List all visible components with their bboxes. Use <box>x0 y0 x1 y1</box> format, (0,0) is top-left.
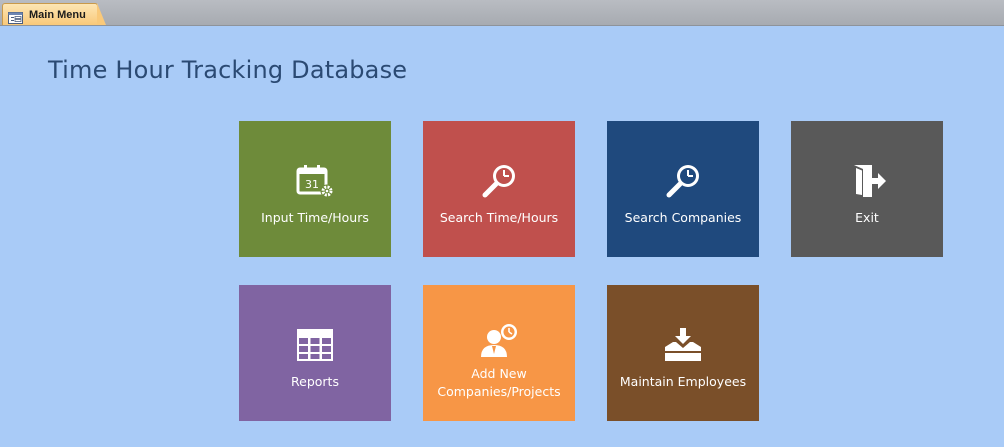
search-companies-button[interactable]: Search Companies <box>607 121 759 257</box>
form-icon <box>8 9 23 24</box>
tab-main-menu[interactable]: Main Menu <box>2 3 106 25</box>
exit-door-icon <box>847 161 887 201</box>
tile-label: Search Companies <box>624 210 742 225</box>
tile-label: Exit <box>855 210 879 225</box>
tile-label: Reports <box>291 374 339 389</box>
search-clock-icon <box>479 161 519 201</box>
add-new-companies-projects-button[interactable]: Add New Companies/Projects <box>423 285 575 421</box>
search-time-hours-button[interactable]: Search Time/Hours <box>423 121 575 257</box>
tile-label: Search Time/Hours <box>439 210 559 225</box>
tile-label: Add New Companies/Projects <box>437 366 561 399</box>
exit-button[interactable]: Exit <box>791 121 943 257</box>
search-clock-icon <box>663 161 703 201</box>
calendar-settings-icon: 31 <box>295 161 335 201</box>
svg-text:31: 31 <box>305 178 319 191</box>
tile-label: Input Time/Hours <box>261 210 369 225</box>
maintain-employees-button[interactable]: Maintain Employees <box>607 285 759 421</box>
tab-label: Main Menu <box>29 8 86 21</box>
inbox-download-icon <box>663 325 703 365</box>
page-title: Time Hour Tracking Database <box>48 56 408 84</box>
reports-button[interactable]: Reports <box>239 285 391 421</box>
input-time-hours-button[interactable]: 31 Input Time/Hours <box>239 121 391 257</box>
tile-label: Maintain Employees <box>619 374 747 389</box>
person-clock-icon <box>479 321 519 361</box>
table-grid-icon <box>295 325 335 365</box>
document-tab-bar: Main Menu <box>0 0 1004 26</box>
